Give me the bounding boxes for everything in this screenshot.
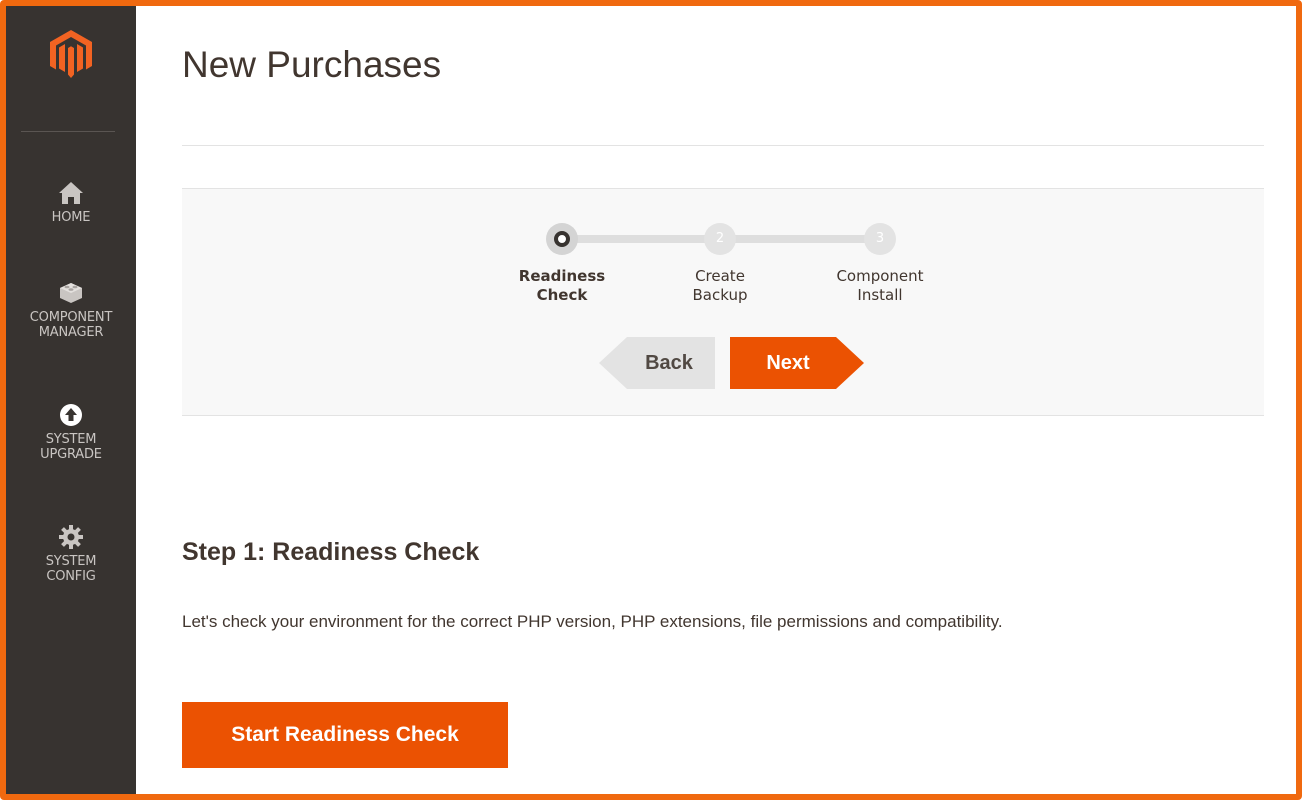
sidebar-item-home[interactable]: HOME: [6, 180, 136, 225]
step-label-component-install: Component Install: [820, 267, 940, 305]
step-label-line: Create: [695, 267, 745, 285]
step-indicator-create-backup: 2: [704, 223, 736, 255]
start-readiness-check-button[interactable]: Start Readiness Check: [182, 702, 508, 768]
step-label-readiness-check: Readiness Check: [502, 267, 622, 305]
logo[interactable]: [6, 20, 136, 110]
sidebar-item-component-manager[interactable]: COMPONENT MANAGER: [6, 280, 136, 340]
step-indicator-readiness-check: [546, 223, 578, 255]
sidebar-item-label: UPGRADE: [40, 447, 102, 462]
sidebar-item-label: HOME: [51, 210, 91, 225]
magento-logo-icon: [50, 30, 92, 78]
sidebar-item-label: SYSTEM: [45, 432, 97, 447]
step-label-create-backup: Create Backup: [660, 267, 780, 305]
step-label-line: Readiness: [518, 267, 606, 285]
step-label-line: Backup: [692, 286, 748, 304]
sidebar-item-label: CONFIG: [46, 569, 96, 584]
lego-brick-icon: [58, 280, 84, 306]
step-label-line: Component: [836, 267, 924, 285]
sidebar: HOME COMPONENT MANAGER SYSTEM UPGRADE SY…: [6, 6, 136, 794]
sidebar-item-label: MANAGER: [38, 325, 104, 340]
sidebar-item-label: SYSTEM: [45, 554, 97, 569]
home-icon: [58, 180, 84, 206]
title-divider: [182, 145, 1264, 146]
sidebar-item-system-config[interactable]: SYSTEM CONFIG: [6, 524, 136, 584]
sidebar-item-label: COMPONENT: [29, 310, 113, 325]
sidebar-item-system-upgrade[interactable]: SYSTEM UPGRADE: [6, 402, 136, 462]
main-content: New Purchases 2 3 Readiness Check Create…: [136, 6, 1296, 794]
back-button[interactable]: Back: [599, 337, 715, 389]
sidebar-divider: [21, 131, 115, 132]
current-step-marker-icon: [554, 231, 570, 247]
step-label-line: Check: [536, 286, 588, 304]
step-indicator-component-install: 3: [864, 223, 896, 255]
upload-arrow-icon: [58, 402, 84, 428]
wizard-panel: 2 3 Readiness Check Create Backup Compon…: [182, 188, 1264, 416]
app-window: HOME COMPONENT MANAGER SYSTEM UPGRADE SY…: [0, 0, 1302, 800]
page-title: New Purchases: [182, 44, 442, 85]
step-heading: Step 1: Readiness Check: [182, 538, 480, 566]
next-button[interactable]: Next: [730, 337, 864, 389]
step-label-line: Install: [857, 286, 903, 304]
gear-icon: [58, 524, 84, 550]
step-description: Let's check your environment for the cor…: [182, 612, 1003, 631]
